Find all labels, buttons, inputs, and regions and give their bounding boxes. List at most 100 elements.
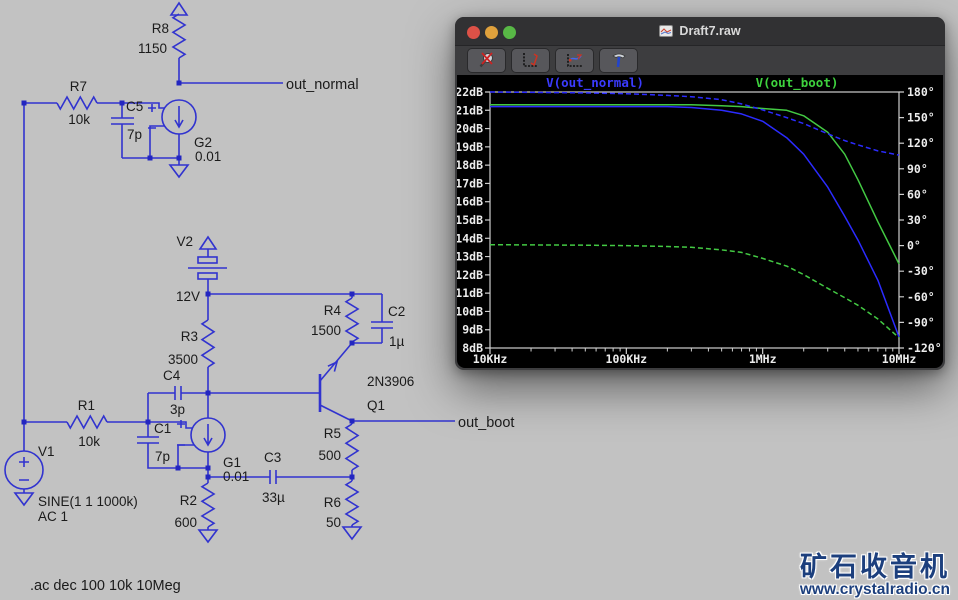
window-title: Draft7.raw <box>679 24 741 38</box>
value-r1: 10k <box>78 434 100 449</box>
plot-settings-button[interactable] <box>555 48 594 73</box>
y-left-tick-label: 19dB <box>457 140 483 154</box>
toolbar <box>455 46 945 75</box>
value-c5: 7p <box>127 127 142 142</box>
label-q1: Q1 <box>367 398 385 413</box>
junction-dot <box>145 419 151 425</box>
resistor-body[interactable] <box>200 319 216 368</box>
resistor-body[interactable] <box>56 95 98 111</box>
y-left-tick-label: 21dB <box>457 103 483 117</box>
resistor-body[interactable] <box>66 414 108 430</box>
source-g2[interactable] <box>148 99 197 135</box>
plot-settings-icon <box>566 54 582 67</box>
zoom-reset-button[interactable] <box>467 48 506 73</box>
value-r2: 600 <box>174 515 197 530</box>
y-right-tick-label: 180° <box>907 85 935 99</box>
resistor-body[interactable] <box>344 480 360 526</box>
label-c1: C1 <box>154 421 171 436</box>
y-right-tick-label: 60° <box>907 187 928 201</box>
plot-area[interactable]: 22dB 21dB 20dB 19dB 18dB 17dB 16dB 15dB 14dB 13dB… <box>457 75 943 368</box>
y-left-tick-label: 11dB <box>457 286 483 300</box>
junction-dot <box>175 465 181 471</box>
label-c2: C2 <box>388 304 405 319</box>
y-left-tick-label: 22dB <box>457 85 483 99</box>
curve-v-out-boot-magnitude <box>490 104 900 265</box>
value-v1-line1: SINE(1 1 1000k) <box>38 494 138 509</box>
label-r3: R3 <box>181 329 198 344</box>
x-tick-label: 10MHz <box>882 352 917 366</box>
value-r5: 500 <box>318 448 341 463</box>
label-c4: C4 <box>163 368 181 383</box>
x-tick-label: 100KHz <box>606 352 648 366</box>
value-q1: 2N3906 <box>367 374 414 389</box>
resistor-body[interactable] <box>344 297 360 343</box>
value-g1: 0.01 <box>223 469 249 484</box>
y-right-tick-label: 0° <box>907 239 921 253</box>
junction-dot <box>176 80 182 86</box>
y-left-tick-label: 17dB <box>457 176 483 190</box>
value-v1-line2: AC 1 <box>38 509 68 524</box>
label-r1: R1 <box>78 398 95 413</box>
label-g1: G1 <box>223 455 241 470</box>
label-r4: R4 <box>324 303 342 318</box>
y-left-tick-label: 13dB <box>457 250 483 264</box>
label-r2: R2 <box>180 493 197 508</box>
label-c3: C3 <box>264 450 281 465</box>
y-left-tick-label: 10dB <box>457 304 483 318</box>
legend-item[interactable]: V(out_normal) <box>546 75 644 91</box>
y-right-tick-label: -30° <box>907 264 935 278</box>
junction-dot <box>21 100 27 106</box>
label-r7: R7 <box>70 79 87 94</box>
x-tick-label: 10KHz <box>473 352 508 366</box>
junction-dot <box>205 474 211 480</box>
value-c4: 3p <box>170 402 185 417</box>
y-left-tick-label: 16dB <box>457 195 483 209</box>
label-g2: G2 <box>194 135 212 150</box>
y-left-tick-label: 14dB <box>457 231 483 245</box>
junction-dot <box>119 100 125 106</box>
hammer-icon <box>611 53 626 68</box>
value-r3: 3500 <box>168 352 198 367</box>
resistor-body[interactable] <box>344 423 360 471</box>
titlebar[interactable]: Draft7.raw <box>455 17 945 46</box>
value-r6: 50 <box>326 515 341 530</box>
net-out-normal: out_normal <box>286 77 359 93</box>
net-out-boot: out_boot <box>458 415 514 431</box>
junction-dot <box>21 419 27 425</box>
value-c1: 7p <box>155 449 170 464</box>
autorange-button[interactable] <box>511 48 550 73</box>
legend-item[interactable]: V(out_boot) <box>756 75 839 91</box>
value-g2: 0.01 <box>195 149 221 164</box>
y-right-tick-label: 30° <box>907 213 928 227</box>
y-left-tick-label: 12dB <box>457 268 483 282</box>
zoom-reset-icon <box>479 52 493 68</box>
transistor-q1[interactable] <box>318 342 353 422</box>
y-left-tick-label: 15dB <box>457 213 483 227</box>
y-left-tick-label: 20dB <box>457 122 483 136</box>
y-right-tick-label: 150° <box>907 111 935 125</box>
autorange-icon <box>522 53 538 67</box>
value-v2: 12V <box>176 289 200 304</box>
curve-v-out-normal-magnitude <box>490 105 900 338</box>
plot-frame <box>489 91 900 349</box>
y-left-tick-label: 9dB <box>462 323 483 337</box>
value-r7: 10k <box>68 112 90 127</box>
y-right-tick-label: 120° <box>907 136 935 150</box>
junction-dot <box>205 291 211 297</box>
y-right-tick-label: 90° <box>907 162 928 176</box>
resistor-body[interactable] <box>171 13 187 59</box>
value-r8: 1150 <box>138 41 167 56</box>
junction-dot <box>205 465 211 471</box>
document-waveform-icon <box>659 25 674 37</box>
y-right-tick-label: -90° <box>907 315 935 329</box>
control-panel-button[interactable] <box>599 48 638 73</box>
label-c5: C5 <box>126 99 143 114</box>
waveform-window: Draft7.raw 22dB 21dB 20dB 19dB 18dB 17dB… <box>455 17 945 370</box>
value-r4: 1500 <box>311 323 341 338</box>
source-g1[interactable] <box>177 417 226 453</box>
junction-dot <box>349 291 355 297</box>
label-v1: V1 <box>38 444 55 459</box>
label-v2: V2 <box>176 234 193 249</box>
watermark: 矿石收音机 www.crystalradio.cn <box>800 553 950 598</box>
resistor-body[interactable] <box>200 482 216 528</box>
